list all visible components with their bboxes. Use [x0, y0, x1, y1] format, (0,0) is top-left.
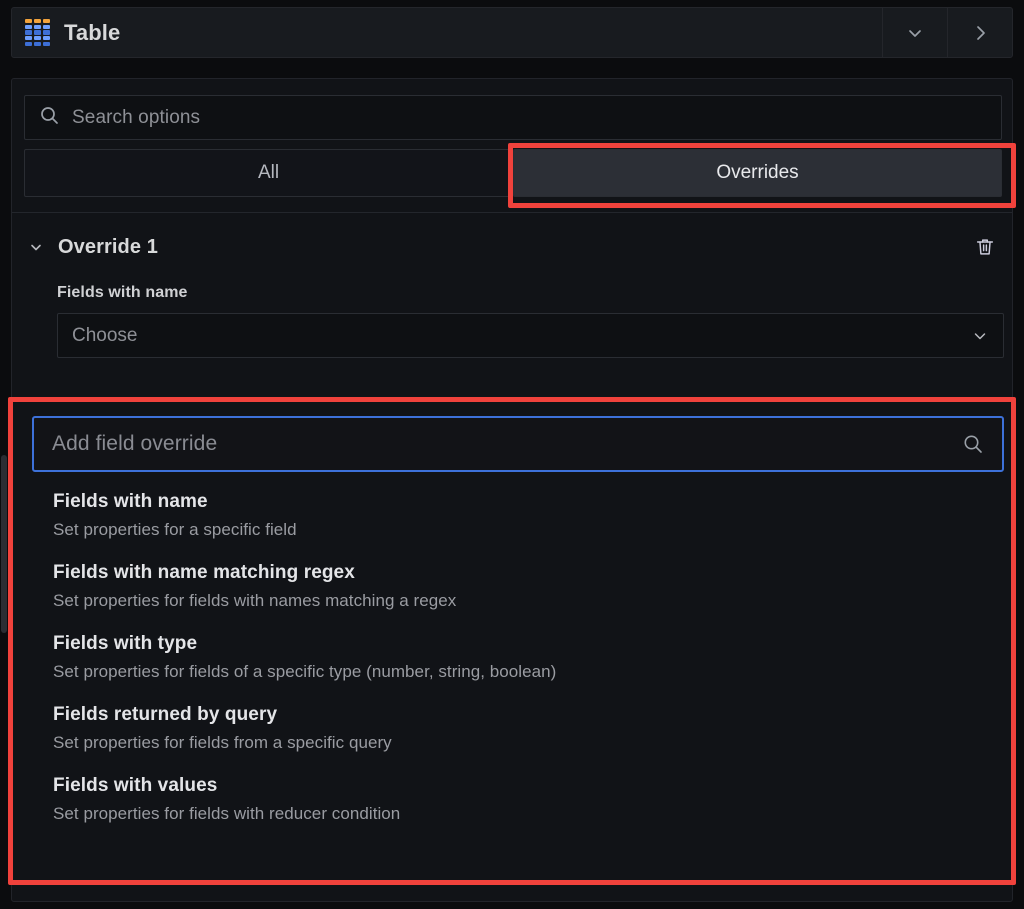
override-collapse-icon[interactable]	[28, 239, 44, 255]
override-title: Override 1	[58, 235, 158, 258]
override-1-header: Override 1	[28, 231, 996, 263]
trash-icon[interactable]	[974, 236, 996, 258]
option-description: Set properties for fields from a specifi…	[53, 733, 392, 752]
option-description: Set properties for fields with names mat…	[53, 591, 457, 610]
chevron-down-icon	[971, 327, 989, 345]
panel-options-pane: Table Search options All Overrides Overr…	[0, 0, 1024, 909]
option-title: Fields returned by query	[53, 704, 278, 725]
fields-with-name-select[interactable]: Choose	[57, 313, 1004, 358]
list-item[interactable]: Fields with name Set properties for a sp…	[16, 480, 1012, 551]
panel-type-dropdown-button[interactable]	[882, 8, 947, 57]
collapse-options-button[interactable]	[947, 8, 1012, 57]
options-scrollbar[interactable]	[1, 455, 7, 633]
add-field-override-placeholder: Add field override	[52, 432, 218, 455]
option-title: Fields with name	[53, 491, 208, 512]
search-icon	[39, 105, 60, 131]
add-field-override-input[interactable]: Add field override	[32, 416, 1004, 472]
page-title: Table	[64, 19, 121, 45]
chevron-down-icon	[905, 23, 925, 43]
option-description: Set properties for fields with reducer c…	[53, 804, 401, 823]
panel-header: Table	[11, 7, 1013, 58]
table-icon	[25, 19, 50, 46]
search-options-field[interactable]: Search options	[24, 95, 1002, 140]
field-override-options-list: Fields with name Set properties for a sp…	[16, 472, 1012, 878]
search-icon	[962, 433, 984, 455]
list-item[interactable]: Fields with values Set properties for fi…	[16, 764, 1012, 835]
option-title: Fields with name matching regex	[53, 562, 355, 583]
list-item[interactable]: Fields returned by query Set properties …	[16, 693, 1012, 764]
search-input-placeholder: Search options	[72, 106, 201, 128]
select-value: Choose	[72, 324, 138, 346]
tab-overrides[interactable]: Overrides	[513, 149, 1002, 197]
option-description: Set properties for fields of a specific …	[53, 662, 557, 681]
fields-with-name-label: Fields with name	[57, 284, 188, 301]
option-title: Fields with values	[53, 775, 218, 796]
tab-all[interactable]: All	[24, 149, 513, 197]
list-item[interactable]: Fields with type Set properties for fiel…	[16, 622, 1012, 693]
section-divider	[12, 212, 1012, 213]
option-description: Set properties for a specific field	[53, 520, 297, 539]
option-title: Fields with type	[53, 633, 198, 654]
chevron-right-icon	[970, 23, 990, 43]
panel-type-selector[interactable]: Table	[12, 8, 882, 57]
list-item[interactable]: Fields with name matching regex Set prop…	[16, 551, 1012, 622]
options-tabs: All Overrides	[24, 149, 1002, 197]
